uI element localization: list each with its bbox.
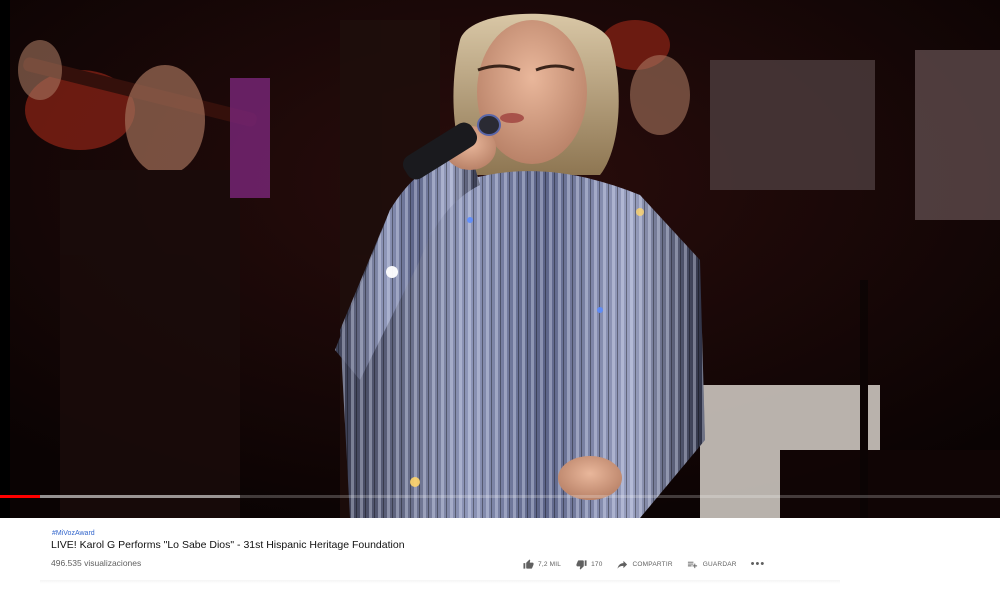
playlist-add-icon <box>687 558 699 570</box>
dislike-count: 170 <box>591 560 603 568</box>
video-title: LIVE! Karol G Performs "Lo Sabe Dios" - … <box>51 539 405 551</box>
video-frame[interactable] <box>0 0 1000 518</box>
thumbs-down-icon <box>575 558 587 570</box>
dislike-button[interactable]: 170 <box>575 558 602 570</box>
video-player[interactable] <box>0 0 1000 518</box>
share-button[interactable]: COMPARTIR <box>617 558 673 570</box>
share-label: COMPARTIR <box>632 560 673 568</box>
hashtag-link[interactable]: #MiVozAward <box>52 530 95 537</box>
save-button[interactable]: GUARDAR <box>687 558 737 570</box>
more-horizontal-icon[interactable]: ••• <box>751 559 766 570</box>
like-button[interactable]: 7,2 MIL <box>522 558 561 570</box>
view-count: 496.535 visualizaciones <box>51 558 142 568</box>
thumbs-up-icon <box>522 558 534 570</box>
progress-bar[interactable] <box>0 495 1000 498</box>
progress-played <box>0 495 40 498</box>
share-icon <box>617 558 629 570</box>
video-actions: 7,2 MIL 170 COMPARTIR GUARDAR ••• <box>522 556 765 572</box>
divider <box>40 580 840 584</box>
save-label: GUARDAR <box>702 560 737 568</box>
like-count: 7,2 MIL <box>538 560 562 568</box>
